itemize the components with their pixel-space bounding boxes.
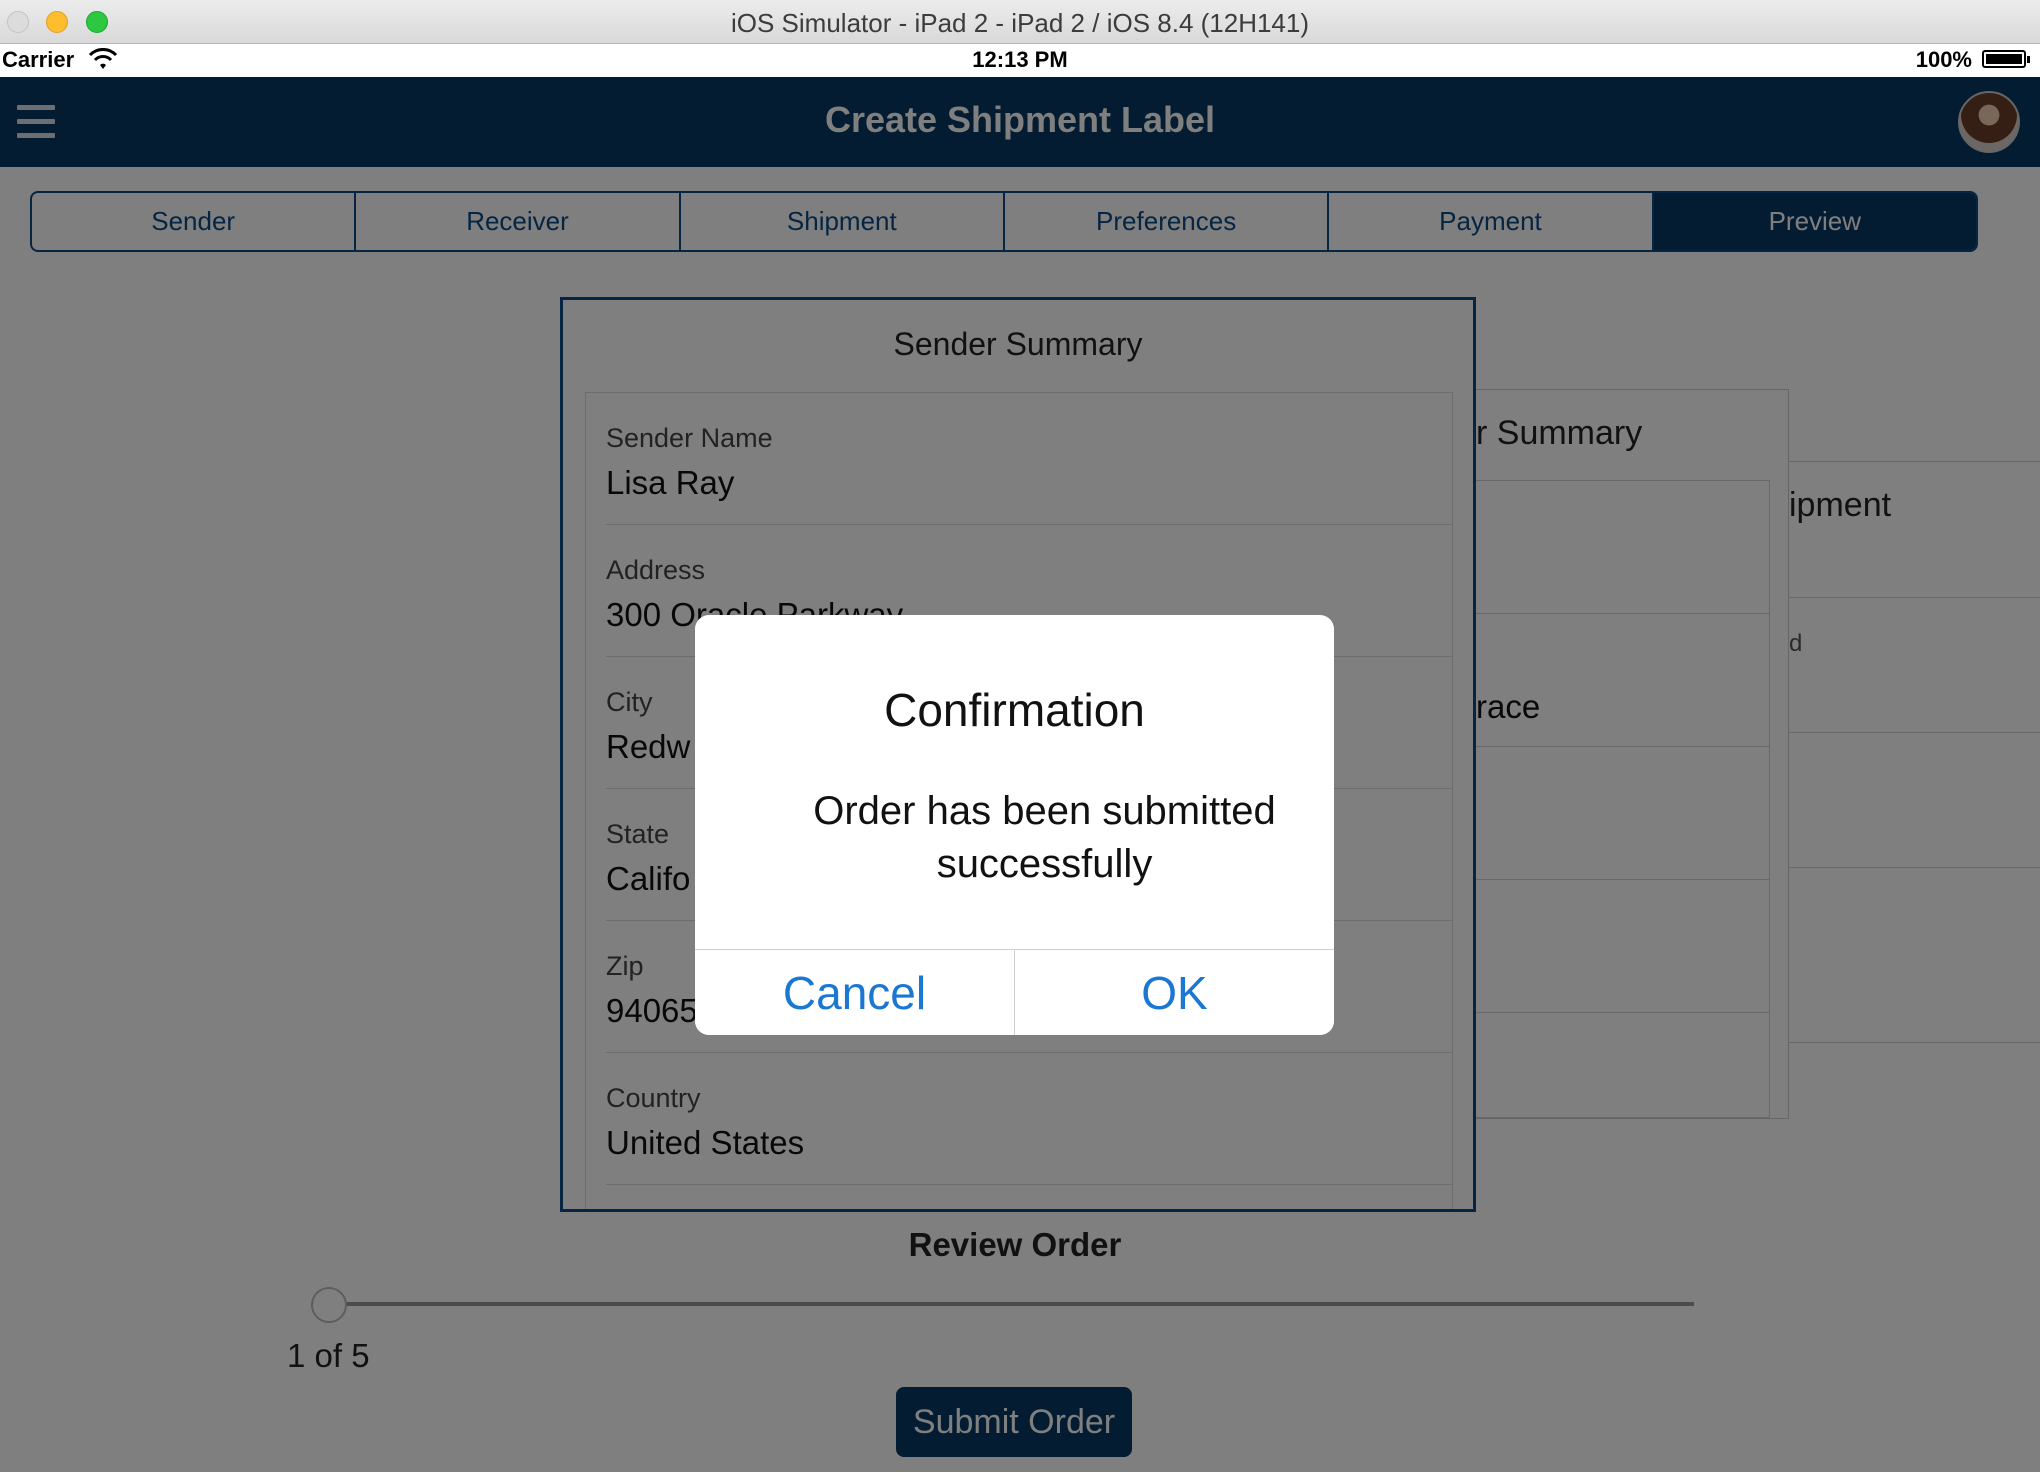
battery-icon <box>1982 50 2030 68</box>
window-title: iOS Simulator - iPad 2 - iPad 2 / iOS 8.… <box>730 8 1310 38</box>
dialog-title: Confirmation <box>884 684 1145 736</box>
confirmation-dialog: Confirmation Order has been submitted su… <box>695 615 1334 1035</box>
status-time: 12:13 PM <box>972 47 1068 72</box>
battery-percentage: 100% <box>1915 47 1972 72</box>
dialog-message: Order has been submitted successfully <box>813 789 1276 886</box>
simulator-title-bar: iOS Simulator - iPad 2 - iPad 2 / iOS 8.… <box>0 0 2040 44</box>
cancel-button[interactable]: Cancel <box>695 950 1015 1035</box>
dialog-button-row: Cancel OK <box>695 949 1334 1035</box>
ok-button[interactable]: OK <box>1015 950 1334 1035</box>
ios-status-bar: Carrier 12:13 PM 100% <box>0 44 2040 77</box>
